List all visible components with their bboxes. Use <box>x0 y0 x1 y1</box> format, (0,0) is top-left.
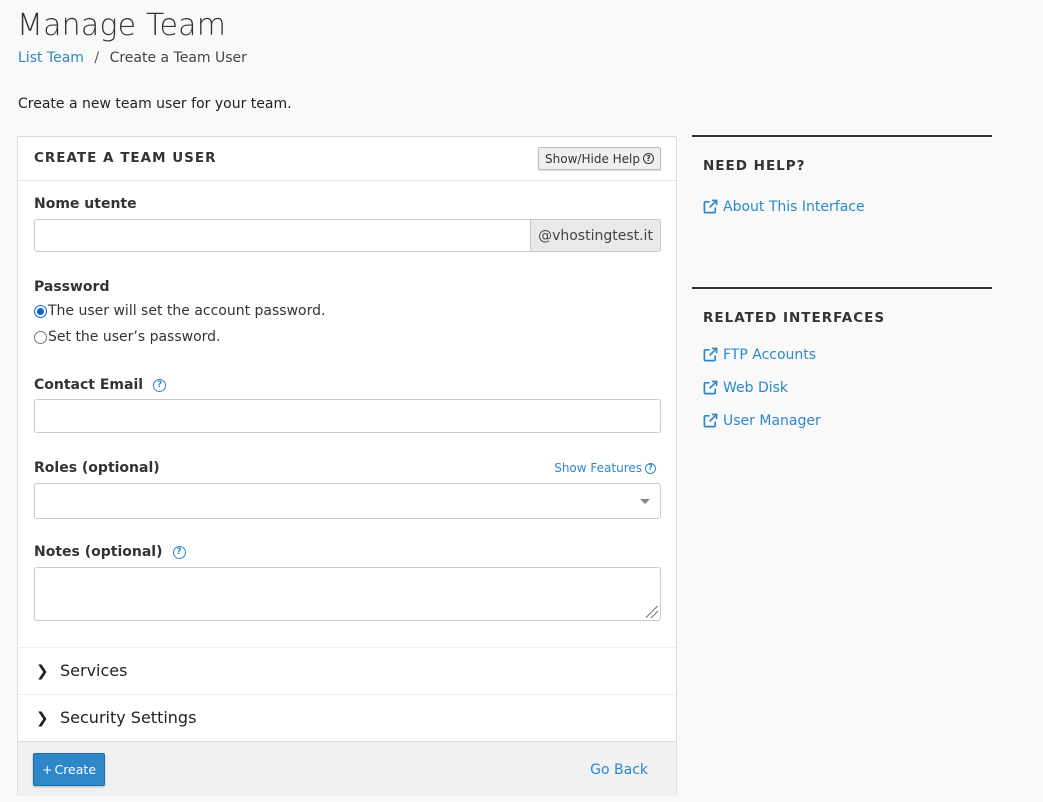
security-settings-section-toggle[interactable]: ❯ Security Settings <box>18 694 676 740</box>
breadcrumb: List Team / Create a Team User <box>18 50 247 66</box>
password-label-text: Password <box>34 279 110 295</box>
roles-label: Roles (optional) <box>34 460 160 476</box>
contact-email-label: Contact Email ? <box>34 377 167 393</box>
show-features-label: Show Features <box>554 461 642 475</box>
question-circle-icon: ? <box>643 153 654 164</box>
show-hide-help-label: Show/Hide Help <box>545 151 640 166</box>
resize-handle-icon[interactable] <box>646 606 658 618</box>
create-button[interactable]: + Create <box>33 753 105 786</box>
external-link-icon <box>703 380 718 395</box>
go-back-link[interactable]: Go Back <box>590 762 648 778</box>
radio-user-sets-password[interactable] <box>34 304 47 318</box>
external-link-icon <box>703 413 718 428</box>
show-hide-help-button[interactable]: Show/Hide Help ? <box>538 147 661 170</box>
plus-icon: + <box>41 762 53 777</box>
show-features-help-icon: ? <box>645 462 656 474</box>
password-option-set-password[interactable]: Set the user’s password. <box>34 329 221 345</box>
username-domain-addon: @vhostingtest.it <box>530 220 660 251</box>
contact-email-help-icon[interactable]: ? <box>153 378 167 392</box>
security-settings-section-title: Security Settings <box>60 708 197 727</box>
create-button-label: Create <box>54 762 97 777</box>
roles-select[interactable] <box>34 483 661 519</box>
radio-set-user-password-label: Set the user’s password. <box>48 329 221 345</box>
roles-label-text: Roles (optional) <box>34 460 160 476</box>
notes-label: Notes (optional) ? <box>34 544 186 560</box>
need-help-title: NEED HELP? <box>703 158 806 174</box>
radio-user-sets-password-label: The user will set the account password. <box>48 303 326 319</box>
services-section-toggle[interactable]: ❯ Services <box>18 647 676 693</box>
chevron-right-icon: ❯ <box>36 708 49 727</box>
external-link-icon <box>703 347 718 362</box>
external-link-icon <box>703 199 718 214</box>
password-option-user-sets[interactable]: The user will set the account password. <box>34 303 325 319</box>
related-interfaces-block: RELATED INTERFACES FTP Accounts Web Disk… <box>692 287 992 437</box>
breadcrumb-current: Create a Team User <box>109 50 247 66</box>
user-manager-label: User Manager <box>723 412 821 429</box>
chevron-down-icon <box>640 499 650 504</box>
breadcrumb-separator: / <box>94 50 100 66</box>
about-this-interface-link[interactable]: About This Interface <box>703 190 992 223</box>
show-features-link[interactable]: Show Features ? <box>554 461 656 475</box>
notes-textarea[interactable] <box>34 567 661 621</box>
username-label: Nome utente <box>34 196 137 212</box>
about-this-interface-label: About This Interface <box>723 198 865 215</box>
radio-set-user-password[interactable] <box>34 330 47 344</box>
contact-email-label-text: Contact Email <box>34 377 144 393</box>
username-input-group: @vhostingtest.it <box>34 219 661 252</box>
page-title: Manage Team <box>17 8 227 43</box>
services-section-title: Services <box>60 661 128 680</box>
panel-title: CREATE A TEAM USER <box>34 150 217 166</box>
ftp-accounts-label: FTP Accounts <box>723 346 817 363</box>
need-help-block: NEED HELP? About This Interface <box>692 135 992 223</box>
create-team-user-panel: CREATE A TEAM USER Show/Hide Help ? Nome… <box>17 136 677 796</box>
notes-label-text: Notes (optional) <box>34 544 163 560</box>
ftp-accounts-link[interactable]: FTP Accounts <box>703 338 992 371</box>
web-disk-link[interactable]: Web Disk <box>703 371 992 404</box>
related-interfaces-title: RELATED INTERFACES <box>703 310 886 326</box>
user-manager-link[interactable]: User Manager <box>703 404 992 437</box>
contact-email-input[interactable] <box>34 399 661 433</box>
username-input[interactable] <box>35 220 530 251</box>
password-label: Password <box>34 279 109 295</box>
chevron-right-icon: ❯ <box>36 661 49 680</box>
intro-text: Create a new team user for your team. <box>18 96 292 112</box>
web-disk-label: Web Disk <box>723 379 789 396</box>
form-footer: + Create Go Back <box>18 741 676 796</box>
username-label-text: Nome utente <box>34 196 137 212</box>
panel-header: CREATE A TEAM USER Show/Hide Help ? <box>18 137 676 181</box>
notes-help-icon[interactable]: ? <box>172 545 186 559</box>
breadcrumb-list-team-link[interactable]: List Team <box>18 50 84 66</box>
